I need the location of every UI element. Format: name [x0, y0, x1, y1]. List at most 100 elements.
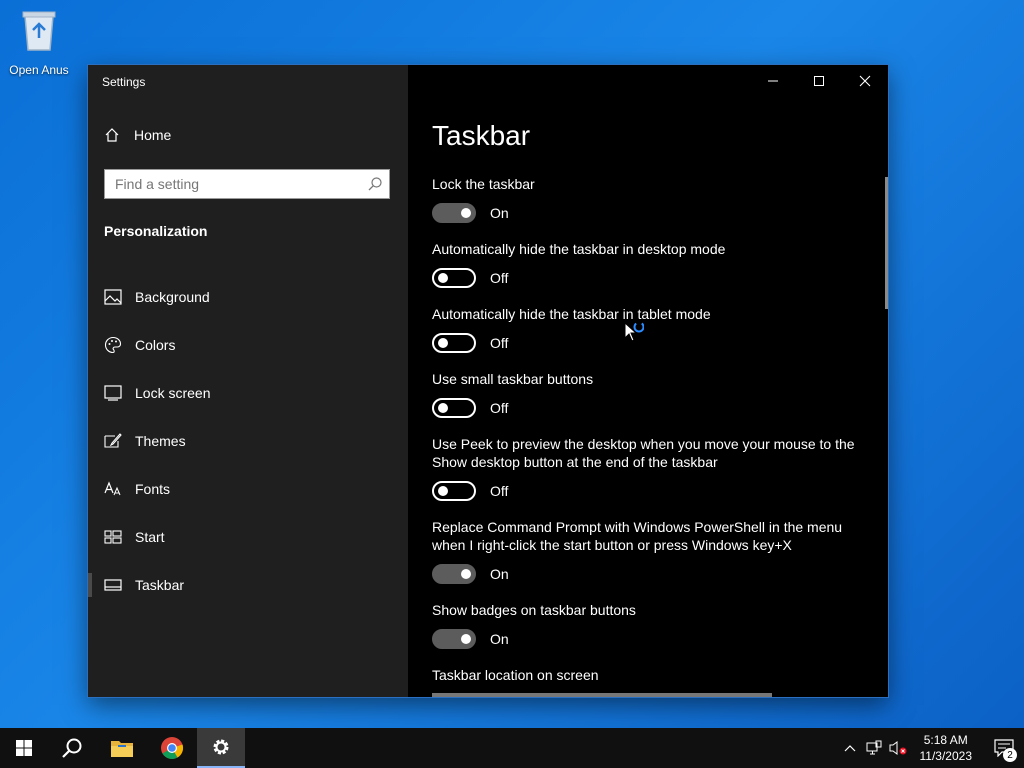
sidebar-item-label: Colors	[135, 337, 176, 353]
sidebar-item-label: Taskbar	[135, 577, 185, 593]
window-title: Settings	[102, 75, 146, 89]
recycle-bin-icon	[22, 11, 56, 51]
sidebar-item-background[interactable]: Background	[88, 273, 408, 321]
home-nav[interactable]: Home	[104, 127, 171, 143]
show-hidden-icons-button[interactable]	[838, 728, 862, 768]
toggle-state: On	[490, 205, 509, 221]
sidebar-item-taskbar[interactable]: Taskbar	[88, 561, 408, 609]
chrome-button[interactable]	[148, 728, 196, 768]
search-icon	[62, 738, 82, 758]
palette-icon	[104, 336, 122, 354]
gear-icon	[213, 739, 229, 755]
scrollbar[interactable]	[885, 177, 888, 309]
taskbar-location-dropdown[interactable]	[432, 693, 772, 697]
chevron-up-icon	[844, 745, 855, 752]
start-button[interactable]	[0, 728, 48, 768]
brush-icon	[104, 432, 122, 450]
action-center-button[interactable]: 2	[984, 728, 1024, 768]
setting-label: Use small taskbar buttons	[432, 371, 594, 387]
sidebar-item-lock-screen[interactable]: Lock screen	[88, 369, 408, 417]
network-icon	[866, 740, 881, 755]
clock-date: 11/3/2023	[919, 749, 973, 763]
home-icon	[105, 128, 119, 142]
taskbar: 5:18 AM 11/3/2023 2	[0, 728, 1024, 768]
taskbar-icon	[104, 576, 122, 594]
setting-label: Replace Command Prompt with Windows Powe…	[432, 519, 843, 553]
sidebar-item-fonts[interactable]: Fonts	[88, 465, 408, 513]
start-layout-icon	[104, 528, 122, 546]
setting-powershell: Replace Command Prompt with Windows Powe…	[432, 518, 862, 584]
settings-list: Lock the taskbar On Automatically hide t…	[432, 175, 862, 697]
maximize-icon	[814, 76, 824, 86]
minimize-icon	[768, 80, 778, 82]
settings-taskbar-button[interactable]	[197, 728, 245, 768]
windows-logo-icon	[16, 740, 32, 756]
setting-label: Taskbar location on screen	[432, 667, 599, 683]
content-pane: Taskbar Lock the taskbar On Automaticall…	[408, 65, 888, 697]
powershell-toggle[interactable]	[432, 564, 476, 584]
home-label: Home	[134, 127, 172, 143]
notification-badge: 2	[1003, 748, 1017, 762]
section-title: Personalization	[104, 223, 208, 239]
mouse-cursor-icon	[624, 322, 644, 342]
recycle-bin-desktop-icon[interactable]: Open Anus	[4, 8, 74, 77]
lock-taskbar-toggle[interactable]	[432, 203, 476, 223]
autohide-desktop-toggle[interactable]	[432, 268, 476, 288]
setting-autohide-desktop: Automatically hide the taskbar in deskto…	[432, 240, 862, 288]
font-icon	[104, 480, 122, 498]
file-explorer-button[interactable]	[98, 728, 146, 768]
small-buttons-toggle[interactable]	[432, 398, 476, 418]
window-controls	[750, 65, 888, 97]
clock[interactable]: 5:18 AM 11/3/2023	[920, 732, 973, 764]
system-tray: 5:18 AM 11/3/2023 2	[838, 728, 1024, 768]
toggle-state: Off	[490, 400, 509, 416]
setting-small-buttons: Use small taskbar buttons Off	[432, 370, 862, 418]
toggle-state: Off	[490, 270, 509, 286]
toggle-state: Off	[490, 335, 509, 351]
setting-autohide-tablet: Automatically hide the taskbar in tablet…	[432, 305, 862, 353]
setting-badges: Show badges on taskbar buttons On	[432, 601, 862, 649]
search-icon[interactable]	[367, 176, 383, 192]
maximize-button[interactable]	[796, 65, 842, 97]
network-button[interactable]	[862, 728, 886, 768]
folder-icon	[111, 741, 133, 757]
close-button[interactable]	[842, 65, 888, 97]
setting-location: Taskbar location on screen	[432, 666, 862, 684]
recycle-bin-label: Open Anus	[9, 63, 69, 77]
sidebar-item-label: Fonts	[135, 481, 171, 497]
volume-muted-icon	[889, 741, 906, 755]
sidebar-item-themes[interactable]: Themes	[88, 417, 408, 465]
sidebar-item-colors[interactable]: Colors	[88, 321, 408, 369]
search-taskbar-button[interactable]	[48, 728, 96, 768]
sidebar-item-label: Themes	[135, 433, 186, 449]
sidebar-item-label: Background	[135, 289, 210, 305]
setting-label: Automatically hide the taskbar in tablet…	[432, 306, 711, 322]
peek-toggle[interactable]	[432, 481, 476, 501]
image-icon	[104, 288, 122, 306]
toggle-state: On	[490, 631, 509, 647]
sidebar-item-label: Lock screen	[135, 385, 211, 401]
chrome-icon	[161, 737, 184, 759]
sidebar-item-start[interactable]: Start	[88, 513, 408, 561]
sidebar-nav: Background Colors Lock screen Themes Fon…	[88, 273, 408, 609]
page-title: Taskbar	[432, 120, 531, 151]
setting-label: Lock the taskbar	[432, 176, 535, 192]
setting-peek: Use Peek to preview the desktop when you…	[432, 435, 862, 501]
setting-label: Use Peek to preview the desktop when you…	[432, 436, 855, 470]
autohide-tablet-toggle[interactable]	[432, 333, 476, 353]
setting-label: Automatically hide the taskbar in deskto…	[432, 241, 726, 257]
minimize-button[interactable]	[750, 65, 796, 97]
sidebar-item-label: Start	[135, 529, 165, 545]
toggle-state: On	[490, 566, 509, 582]
lock-screen-icon	[104, 384, 122, 402]
settings-window: Settings Home Personalization Background	[88, 65, 888, 697]
badges-toggle[interactable]	[432, 629, 476, 649]
sidebar: Settings Home Personalization Background	[88, 65, 408, 697]
toggle-state: Off	[490, 483, 509, 499]
search-box[interactable]	[104, 169, 390, 199]
clock-time: 5:18 AM	[923, 733, 968, 747]
close-icon	[859, 75, 871, 87]
search-input[interactable]	[113, 170, 357, 198]
setting-lock-taskbar: Lock the taskbar On	[432, 175, 862, 223]
volume-button[interactable]	[886, 728, 910, 768]
